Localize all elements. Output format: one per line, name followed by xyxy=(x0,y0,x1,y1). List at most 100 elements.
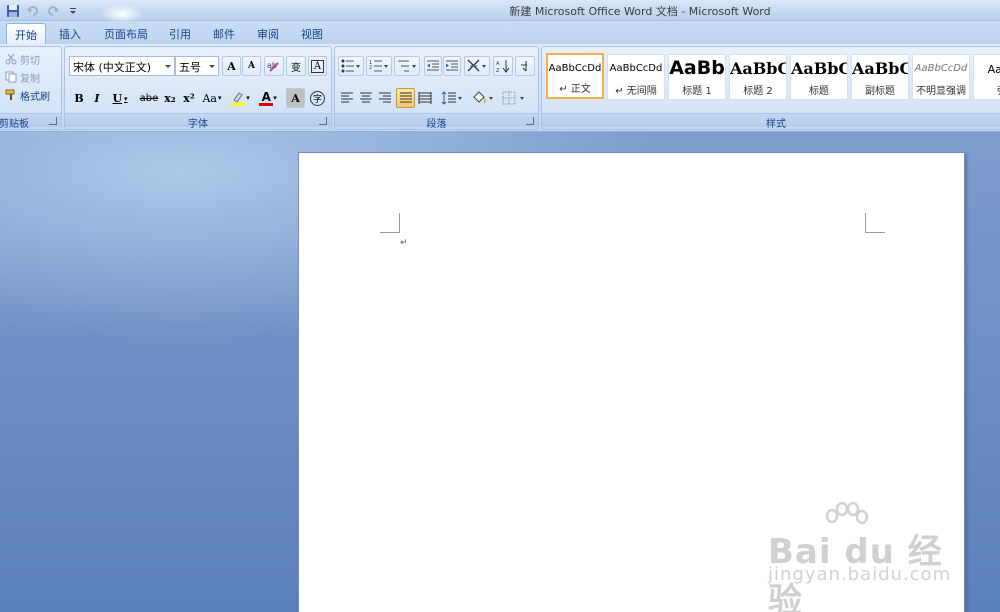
character-shading-button[interactable]: A xyxy=(286,88,305,108)
align-right-button[interactable] xyxy=(376,88,394,108)
borders-button[interactable] xyxy=(499,88,529,108)
style-heading-1-sample: AaBb xyxy=(669,57,725,79)
paragraph-mark: ↵ xyxy=(400,238,408,248)
chevron-down-icon: ▾ xyxy=(124,93,128,103)
styles-group: AaBbCcDd ↵ 正文 AaBbCcDd ↵ 无间隔 AaBb 标题 1 A… xyxy=(541,46,1000,130)
style-subtle-emphasis[interactable]: AaBbCcDd 不明显强调 xyxy=(912,54,970,100)
tab-review[interactable]: 审阅 xyxy=(250,23,286,44)
show-marks-button[interactable] xyxy=(515,56,535,76)
margin-corner-top-left xyxy=(380,213,400,233)
paint-bucket-icon xyxy=(473,91,493,104)
distributed-icon xyxy=(418,92,432,104)
font-dialog-launcher[interactable] xyxy=(319,117,327,125)
change-case-button[interactable]: Aa ▾ xyxy=(199,88,225,108)
style-heading-2[interactable]: AaBbC 标题 2 xyxy=(729,54,787,100)
copy-label: 复制 xyxy=(20,73,40,85)
underline-button[interactable]: U ▾ xyxy=(108,88,132,108)
font-group: 宋体 (中文正文) 五号 A A ab 变 A B I U ▾ abe x₂ x²… xyxy=(64,46,332,130)
tab-mailings[interactable]: 邮件 xyxy=(206,23,242,44)
phonetic-guide-icon: 变 xyxy=(291,62,301,74)
style-normal[interactable]: AaBbCcDd ↵ 正文 xyxy=(546,53,604,99)
multilevel-list-icon xyxy=(398,60,416,72)
style-no-spacing[interactable]: AaBbCcDd ↵ 无间隔 xyxy=(607,54,665,100)
decrease-indent-button[interactable] xyxy=(424,56,442,76)
style-subtitle-sample: AaBbC xyxy=(852,59,909,78)
tab-page-layout[interactable]: 页面布局 xyxy=(98,23,154,44)
style-heading-2-sample: AaBbC xyxy=(730,59,787,78)
italic-icon: I xyxy=(94,91,100,105)
chevron-down-icon xyxy=(209,65,215,68)
align-center-button[interactable] xyxy=(357,88,375,108)
shrink-font-button[interactable]: A xyxy=(242,56,261,76)
chinese-layout-button[interactable] xyxy=(464,56,490,76)
format-painter-button[interactable]: 格式刷 xyxy=(5,87,50,103)
strikethrough-icon: abe xyxy=(139,92,159,104)
justify-icon xyxy=(399,92,412,103)
style-normal-sample: AaBbCcDd xyxy=(548,63,602,74)
italic-button[interactable]: I xyxy=(89,88,105,108)
tab-insert[interactable]: 插入 xyxy=(52,23,88,44)
tab-view[interactable]: 视图 xyxy=(294,23,330,44)
cut-label: 剪切 xyxy=(20,55,40,67)
paragraph-group-label: 段落 xyxy=(335,113,538,130)
enclose-characters-button[interactable]: 字 xyxy=(308,88,327,108)
style-subtle-emphasis-sample: AaBbCcDd xyxy=(914,63,968,74)
chevron-down-icon: ▾ xyxy=(246,94,250,102)
format-painter-label: 格式刷 xyxy=(20,91,50,103)
character-shading-icon: A xyxy=(291,91,300,105)
superscript-button[interactable]: x² xyxy=(180,88,198,108)
scissors-icon xyxy=(5,53,17,65)
grow-font-icon: A xyxy=(227,59,236,73)
cut-button[interactable]: 剪切 xyxy=(5,51,40,67)
character-border-button[interactable]: A xyxy=(308,56,327,76)
bullet-list-icon xyxy=(341,59,360,73)
strikethrough-button[interactable]: abe xyxy=(138,88,160,108)
line-spacing-button[interactable] xyxy=(438,88,466,108)
font-size-value: 五号 xyxy=(179,61,201,74)
styles-group-label: 样式 xyxy=(542,113,1000,130)
style-heading-1[interactable]: AaBb 标题 1 xyxy=(668,54,726,100)
phonetic-guide-button[interactable]: 变 xyxy=(286,56,306,76)
numbered-list-icon: 12 xyxy=(369,60,388,72)
text-highlight-button[interactable]: ▾ xyxy=(227,88,253,108)
distributed-button[interactable] xyxy=(416,88,434,108)
font-color-button[interactable]: A ▾ xyxy=(255,88,281,108)
bold-icon: B xyxy=(74,91,84,105)
sort-button[interactable]: AZ xyxy=(493,56,513,76)
style-strong[interactable]: AaBb 强 xyxy=(973,54,1000,100)
baidu-jingyan-watermark: Bai du 经验 jingyan.baidu.com xyxy=(768,502,968,612)
change-case-icon: Aa xyxy=(202,91,217,105)
paragraph-group: 12 AZ 段落 xyxy=(334,46,539,130)
align-left-button[interactable] xyxy=(338,88,356,108)
font-name-combo[interactable]: 宋体 (中文正文) xyxy=(69,56,175,76)
clear-formatting-button[interactable]: ab xyxy=(264,56,284,76)
svg-text:2: 2 xyxy=(369,65,372,71)
style-strong-name: 强 xyxy=(974,82,1000,97)
clipboard-dialog-launcher[interactable] xyxy=(49,117,57,125)
margin-corner-top-right xyxy=(865,213,885,233)
style-subtitle-name: 副标题 xyxy=(865,86,895,97)
tab-references[interactable]: 引用 xyxy=(162,23,198,44)
tab-home[interactable]: 开始 xyxy=(6,23,46,44)
numbering-button[interactable]: 12 xyxy=(366,56,392,76)
subscript-button[interactable]: x₂ xyxy=(161,88,179,108)
font-group-label: 字体 xyxy=(65,113,331,130)
chevron-down-icon: ▾ xyxy=(218,94,222,102)
paragraph-dialog-launcher[interactable] xyxy=(526,117,534,125)
style-subtle-emphasis-name: 不明显强调 xyxy=(916,86,966,97)
copy-button[interactable]: 复制 xyxy=(5,69,40,85)
grow-font-button[interactable]: A xyxy=(222,56,241,76)
style-subtitle[interactable]: AaBbC 副标题 xyxy=(851,54,909,100)
style-title[interactable]: AaBbC 标题 xyxy=(790,54,848,100)
increase-indent-icon xyxy=(446,60,458,71)
multilevel-list-button[interactable] xyxy=(394,56,420,76)
bold-button[interactable]: B xyxy=(71,88,87,108)
shrink-font-icon: A xyxy=(248,61,255,71)
increase-indent-button[interactable] xyxy=(443,56,461,76)
brush-icon xyxy=(5,89,15,100)
shading-button[interactable] xyxy=(469,88,497,108)
borders-icon xyxy=(502,91,524,105)
font-size-combo[interactable]: 五号 xyxy=(175,56,219,76)
bullets-button[interactable] xyxy=(338,56,364,76)
justify-button[interactable] xyxy=(396,88,415,108)
